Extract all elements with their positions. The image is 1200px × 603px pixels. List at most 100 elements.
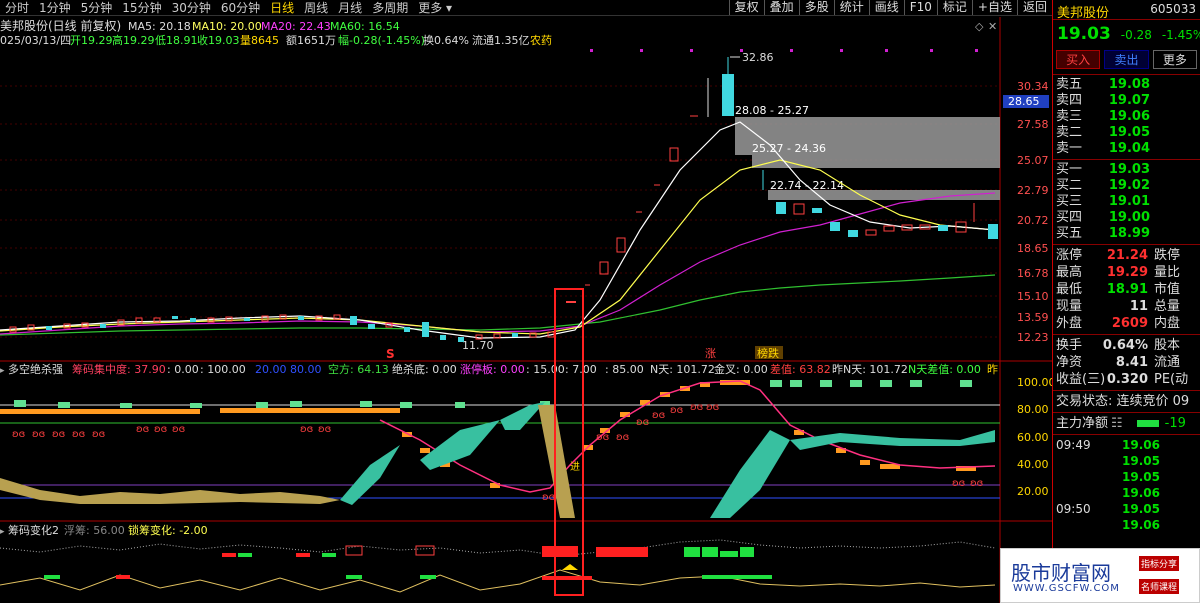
stat-row: 涨停 21.24 跌停 <box>1053 247 1200 264</box>
back-button[interactable]: 返回 <box>1016 0 1052 15</box>
stat-label: 最低 <box>1056 282 1083 297</box>
stat-value: 18.91 <box>1106 282 1148 297</box>
info-date: 025/03/13/四 <box>0 34 71 47</box>
tick-time <box>1056 453 1110 469</box>
divider <box>1053 334 1200 335</box>
stat-row: 最低 18.91 市值 <box>1053 281 1200 298</box>
ind1-f3: : 100.00 <box>200 363 246 376</box>
ind1-jincha: 金叉: 0.00 <box>714 362 768 376</box>
stat-label: 收益(三) <box>1056 372 1106 387</box>
price-axis: 30.34 27.58 25.07 22.79 20.72 18.65 16.7… <box>1017 80 1049 344</box>
stat-label2: 量比 <box>1154 265 1181 280</box>
draw-line-button[interactable]: 画线 <box>868 0 904 15</box>
price-tick: 12.23 <box>1017 331 1049 344</box>
tick-price: 19.05 <box>1122 502 1160 516</box>
ind1-f4: 20.00 <box>255 363 287 376</box>
svg-text:ʚɞ: ʚɞ <box>706 402 719 413</box>
tab-5min[interactable]: 5分钟 <box>76 0 118 16</box>
order-row: 卖一 19.04 <box>1053 141 1200 157</box>
price-tick: 13.59 <box>1017 311 1049 324</box>
fuquan-button[interactable]: 复权 <box>728 0 764 15</box>
watermark-title: 股市财富网 <box>1011 561 1111 585</box>
main-flow-row[interactable]: 主力净额 ☷ -19 <box>1053 415 1200 432</box>
high-label: 32.86 <box>742 51 774 64</box>
svg-text:ʚɞ: ʚɞ <box>72 429 85 440</box>
ind2-red-blocks <box>116 546 648 580</box>
kline-chart[interactable]: 美邦股份(日线 前复权) MA5: 20.18 MA10: 20.00 MA20… <box>0 17 1052 603</box>
ind1-nday-diff: N天差值: 0.00 <box>908 362 981 376</box>
close-icon[interactable]: ✕ <box>988 20 997 33</box>
stat-row: 净资 8.41 流通 <box>1053 354 1200 371</box>
tick-time <box>1056 469 1110 485</box>
stat-label2: 跌停 <box>1154 248 1181 263</box>
stock-name: 美邦股份 <box>1057 6 1110 21</box>
top-dots <box>590 49 978 52</box>
ind1-teal-bands <box>340 402 995 518</box>
info-sector: 农药 <box>530 33 552 47</box>
multi-stock-button[interactable]: 多股 <box>798 0 834 15</box>
mark-button[interactable]: 标记 <box>936 0 972 15</box>
svg-text:ʚɞ: ʚɞ <box>32 429 45 440</box>
order-label: 买一 <box>1056 162 1083 177</box>
overlay-button[interactable]: 叠加 <box>763 0 799 15</box>
order-row: 买三 19.01 <box>1053 194 1200 210</box>
stat-row: 外盘 2609 内盘 <box>1053 315 1200 332</box>
stat-value: 8.41 <box>1115 355 1148 370</box>
stat-label2: 总量 <box>1154 299 1181 314</box>
buy-button[interactable]: 买入 <box>1056 50 1101 69</box>
ind2-outline-blocks <box>345 545 435 556</box>
statistics-button[interactable]: 统计 <box>833 0 869 15</box>
zhang-mark: 涨 <box>705 347 716 360</box>
ind1-zhangting: 涨停板: 0.00 <box>460 362 525 376</box>
stat-value: 19.29 <box>1106 265 1148 280</box>
indicator1-legend: 多空绝杀强 筹码集中度: 37.90 : 0.00 : 100.00 20.00… <box>8 362 998 376</box>
tab-weekly[interactable]: 周线 <box>299 0 333 16</box>
tab-more-label: 更多 <box>418 0 443 15</box>
tab-daily[interactable]: 日线 <box>265 0 299 16</box>
ma60-line <box>0 274 996 336</box>
ind1-diff: 差值: 63.82 <box>770 362 831 376</box>
ind1-menu-icon[interactable]: ▸ <box>0 366 5 376</box>
tab-monthly[interactable]: 月线 <box>333 0 367 16</box>
more-button[interactable]: 更多 <box>1152 50 1197 69</box>
sell-button[interactable]: 卖出 <box>1104 50 1149 69</box>
price-tick: 20.72 <box>1017 214 1049 227</box>
order-label: 买二 <box>1056 178 1083 193</box>
sell-orders: 卖五 19.08 卖四 19.07 卖三 19.06 卖二 19.05 卖一 19.04 <box>1053 77 1200 157</box>
ind2-menu-icon[interactable]: ▸ <box>0 527 5 537</box>
tab-60min[interactable]: 60分钟 <box>216 0 265 16</box>
ind1-tick: 40.00 <box>1017 458 1049 471</box>
tab-15min[interactable]: 15分钟 <box>117 0 166 16</box>
info-float: 流通1.35亿 <box>472 33 530 47</box>
tick-time: 09:50 <box>1056 502 1091 516</box>
tick-row: 19.05 <box>1053 453 1200 469</box>
tab-more[interactable]: 更多 ▾ <box>413 0 457 16</box>
tab-1min[interactable]: 1分钟 <box>34 0 76 16</box>
price-tick: 15.10 <box>1017 290 1049 303</box>
tab-fenshi[interactable]: 分时 <box>0 0 34 16</box>
ind2-dotted-line <box>0 539 996 557</box>
svg-text:ʚɞ: ʚɞ <box>300 424 313 435</box>
ind1-name: 多空绝杀强 <box>8 362 63 376</box>
ind1-prev: 昨 <box>987 363 998 376</box>
tab-30min[interactable]: 30分钟 <box>167 0 216 16</box>
settings-icon[interactable]: ◇ <box>975 20 984 33</box>
info-close: 收19.03 <box>197 33 240 47</box>
tick-price: 19.05 <box>1122 454 1160 468</box>
add-watchlist-button[interactable]: +自选 <box>971 0 1017 15</box>
svg-text:ʚɞ: ʚɞ <box>154 424 167 435</box>
f10-button[interactable]: F10 <box>903 0 937 15</box>
order-price: 18.99 <box>1108 226 1150 241</box>
svg-text:ʚɞ: ʚɞ <box>12 429 25 440</box>
order-label: 卖四 <box>1056 93 1083 108</box>
tick-row: 19.05 <box>1053 469 1200 485</box>
divider <box>1053 434 1200 435</box>
stat-value: 2609 <box>1111 316 1148 331</box>
trade-buttons: 买入 卖出 更多 <box>1053 50 1200 72</box>
stat-label2: 股本 <box>1154 338 1181 353</box>
divider <box>1053 159 1200 160</box>
table-icon[interactable]: ☷ <box>1108 415 1123 432</box>
ind1-f11: : 85.00 <box>605 363 644 376</box>
svg-text:ʚɞ: ʚɞ <box>318 424 331 435</box>
tab-multi-period[interactable]: 多周期 <box>367 0 413 16</box>
